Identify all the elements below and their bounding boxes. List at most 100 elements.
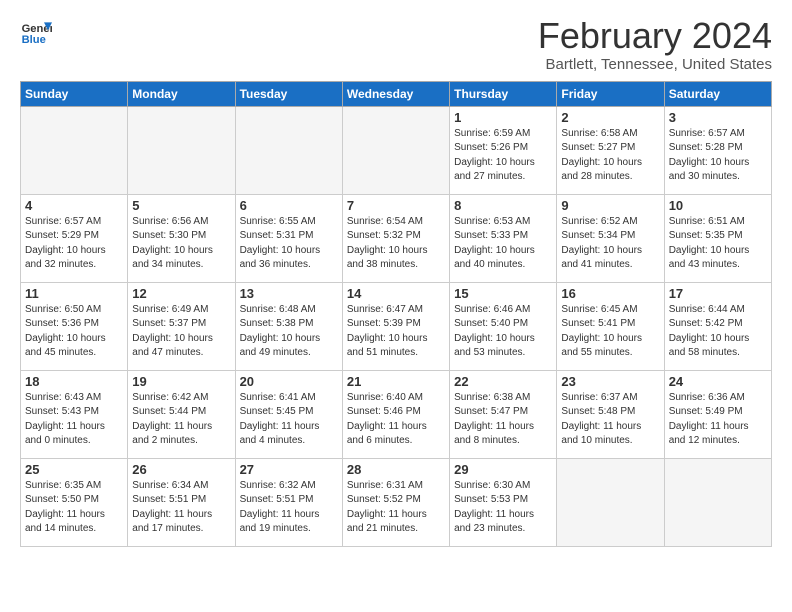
day-number: 27	[240, 462, 338, 477]
page-subtitle: Bartlett, Tennessee, United States	[538, 56, 772, 73]
calendar-cell	[21, 106, 128, 194]
day-number: 16	[561, 286, 659, 301]
day-number: 19	[132, 374, 230, 389]
day-number: 17	[669, 286, 767, 301]
day-number: 3	[669, 110, 767, 125]
day-info: Sunrise: 6:43 AM Sunset: 5:43 PM Dayligh…	[25, 391, 123, 449]
logo: General Blue	[20, 16, 52, 48]
calendar-cell: 17 Sunrise: 6:44 AM Sunset: 5:42 PM Dayli…	[664, 282, 771, 370]
day-info: Sunrise: 6:31 AM Sunset: 5:52 PM Dayligh…	[347, 479, 445, 537]
calendar-cell: 6 Sunrise: 6:55 AM Sunset: 5:31 PM Daylig…	[235, 194, 342, 282]
day-info: Sunrise: 6:46 AM Sunset: 5:40 PM Dayligh…	[454, 303, 552, 361]
day-number: 26	[132, 462, 230, 477]
day-info: Sunrise: 6:47 AM Sunset: 5:39 PM Dayligh…	[347, 303, 445, 361]
calendar-week-row: 18Sunrise: 6:43 AM Sunset: 5:43 PM Dayli…	[21, 370, 772, 458]
calendar-cell: 13Sunrise: 6:48 AM Sunset: 5:38 PM Dayli…	[235, 282, 342, 370]
day-info: Sunrise: 6:37 AM Sunset: 5:48 PM Dayligh…	[561, 391, 659, 449]
day-info: Sunrise: 6:41 AM Sunset: 5:45 PM Dayligh…	[240, 391, 338, 449]
column-header-monday: Monday	[128, 81, 235, 106]
day-info: Sunrise: 6:56 AM Sunset: 5:30 PM Dayligh…	[132, 215, 230, 273]
calendar-cell: 10Sunrise: 6:51 AM Sunset: 5:35 PM Dayli…	[664, 194, 771, 282]
day-info: Sunrise: 6:55 AM Sunset: 5:31 PM Dayligh…	[240, 215, 338, 273]
calendar-week-row: 1 Sunrise: 6:59 AM Sunset: 5:26 PM Daylig…	[21, 106, 772, 194]
title-block: February 2024 Bartlett, Tennessee, Unite…	[538, 16, 772, 73]
day-number: 8	[454, 198, 552, 213]
day-info: Sunrise: 6:34 AM Sunset: 5:51 PM Dayligh…	[132, 479, 230, 537]
calendar-cell	[664, 458, 771, 546]
calendar-header-row: SundayMondayTuesdayWednesdayThursdayFrid…	[21, 81, 772, 106]
calendar-cell: 1 Sunrise: 6:59 AM Sunset: 5:26 PM Daylig…	[450, 106, 557, 194]
logo-icon: General Blue	[20, 16, 52, 48]
day-number: 20	[240, 374, 338, 389]
day-number: 21	[347, 374, 445, 389]
day-number: 25	[25, 462, 123, 477]
calendar-cell: 23 Sunrise: 6:37 AM Sunset: 5:48 PM Dayli…	[557, 370, 664, 458]
page-header: General Blue February 2024 Bartlett, Ten…	[20, 16, 772, 73]
day-info: Sunrise: 6:42 AM Sunset: 5:44 PM Dayligh…	[132, 391, 230, 449]
calendar-cell	[557, 458, 664, 546]
day-info: Sunrise: 6:53 AM Sunset: 5:33 PM Dayligh…	[454, 215, 552, 273]
day-info: Sunrise: 6:44 AM Sunset: 5:42 PM Dayligh…	[669, 303, 767, 361]
day-info: Sunrise: 6:57 AM Sunset: 5:28 PM Dayligh…	[669, 127, 767, 185]
day-info: Sunrise: 6:35 AM Sunset: 5:50 PM Dayligh…	[25, 479, 123, 537]
column-header-wednesday: Wednesday	[342, 81, 449, 106]
calendar-cell: 2 Sunrise: 6:58 AM Sunset: 5:27 PM Daylig…	[557, 106, 664, 194]
day-number: 4	[25, 198, 123, 213]
day-info: Sunrise: 6:40 AM Sunset: 5:46 PM Dayligh…	[347, 391, 445, 449]
calendar-cell: 5Sunrise: 6:56 AM Sunset: 5:30 PM Daylig…	[128, 194, 235, 282]
calendar-cell	[128, 106, 235, 194]
day-number: 22	[454, 374, 552, 389]
calendar-cell: 15 Sunrise: 6:46 AM Sunset: 5:40 PM Dayli…	[450, 282, 557, 370]
day-info: Sunrise: 6:38 AM Sunset: 5:47 PM Dayligh…	[454, 391, 552, 449]
calendar-cell: 22 Sunrise: 6:38 AM Sunset: 5:47 PM Dayli…	[450, 370, 557, 458]
day-number: 13	[240, 286, 338, 301]
day-info: Sunrise: 6:30 AM Sunset: 5:53 PM Dayligh…	[454, 479, 552, 537]
column-header-tuesday: Tuesday	[235, 81, 342, 106]
day-info: Sunrise: 6:58 AM Sunset: 5:27 PM Dayligh…	[561, 127, 659, 185]
day-number: 28	[347, 462, 445, 477]
day-number: 1	[454, 110, 552, 125]
calendar-cell: 7 Sunrise: 6:54 AM Sunset: 5:32 PM Daylig…	[342, 194, 449, 282]
calendar-table: SundayMondayTuesdayWednesdayThursdayFrid…	[20, 81, 772, 547]
day-info: Sunrise: 6:32 AM Sunset: 5:51 PM Dayligh…	[240, 479, 338, 537]
calendar-cell: 8 Sunrise: 6:53 AM Sunset: 5:33 PM Daylig…	[450, 194, 557, 282]
day-info: Sunrise: 6:49 AM Sunset: 5:37 PM Dayligh…	[132, 303, 230, 361]
day-number: 14	[347, 286, 445, 301]
day-number: 7	[347, 198, 445, 213]
calendar-cell: 9Sunrise: 6:52 AM Sunset: 5:34 PM Daylig…	[557, 194, 664, 282]
day-number: 29	[454, 462, 552, 477]
calendar-cell: 24 Sunrise: 6:36 AM Sunset: 5:49 PM Dayli…	[664, 370, 771, 458]
calendar-cell: 16Sunrise: 6:45 AM Sunset: 5:41 PM Dayli…	[557, 282, 664, 370]
calendar-cell: 4 Sunrise: 6:57 AM Sunset: 5:29 PM Daylig…	[21, 194, 128, 282]
day-info: Sunrise: 6:36 AM Sunset: 5:49 PM Dayligh…	[669, 391, 767, 449]
svg-text:Blue: Blue	[22, 34, 46, 46]
calendar-cell: 12 Sunrise: 6:49 AM Sunset: 5:37 PM Dayli…	[128, 282, 235, 370]
column-header-saturday: Saturday	[664, 81, 771, 106]
day-info: Sunrise: 6:54 AM Sunset: 5:32 PM Dayligh…	[347, 215, 445, 273]
calendar-week-row: 25 Sunrise: 6:35 AM Sunset: 5:50 PM Dayli…	[21, 458, 772, 546]
calendar-cell: 29 Sunrise: 6:30 AM Sunset: 5:53 PM Dayli…	[450, 458, 557, 546]
day-number: 24	[669, 374, 767, 389]
calendar-cell: 21 Sunrise: 6:40 AM Sunset: 5:46 PM Dayli…	[342, 370, 449, 458]
day-number: 15	[454, 286, 552, 301]
calendar-cell: 11Sunrise: 6:50 AM Sunset: 5:36 PM Dayli…	[21, 282, 128, 370]
column-header-thursday: Thursday	[450, 81, 557, 106]
calendar-cell: 18Sunrise: 6:43 AM Sunset: 5:43 PM Dayli…	[21, 370, 128, 458]
column-header-sunday: Sunday	[21, 81, 128, 106]
day-info: Sunrise: 6:52 AM Sunset: 5:34 PM Dayligh…	[561, 215, 659, 273]
page-title: February 2024	[538, 16, 772, 56]
calendar-cell: 27 Sunrise: 6:32 AM Sunset: 5:51 PM Dayli…	[235, 458, 342, 546]
calendar-week-row: 11Sunrise: 6:50 AM Sunset: 5:36 PM Dayli…	[21, 282, 772, 370]
day-number: 23	[561, 374, 659, 389]
column-header-friday: Friday	[557, 81, 664, 106]
calendar-week-row: 4 Sunrise: 6:57 AM Sunset: 5:29 PM Daylig…	[21, 194, 772, 282]
calendar-cell: 19 Sunrise: 6:42 AM Sunset: 5:44 PM Dayli…	[128, 370, 235, 458]
day-number: 12	[132, 286, 230, 301]
day-info: Sunrise: 6:59 AM Sunset: 5:26 PM Dayligh…	[454, 127, 552, 185]
calendar-cell: 26 Sunrise: 6:34 AM Sunset: 5:51 PM Dayli…	[128, 458, 235, 546]
day-number: 2	[561, 110, 659, 125]
day-info: Sunrise: 6:51 AM Sunset: 5:35 PM Dayligh…	[669, 215, 767, 273]
calendar-cell: 3 Sunrise: 6:57 AM Sunset: 5:28 PM Daylig…	[664, 106, 771, 194]
day-info: Sunrise: 6:57 AM Sunset: 5:29 PM Dayligh…	[25, 215, 123, 273]
day-number: 6	[240, 198, 338, 213]
